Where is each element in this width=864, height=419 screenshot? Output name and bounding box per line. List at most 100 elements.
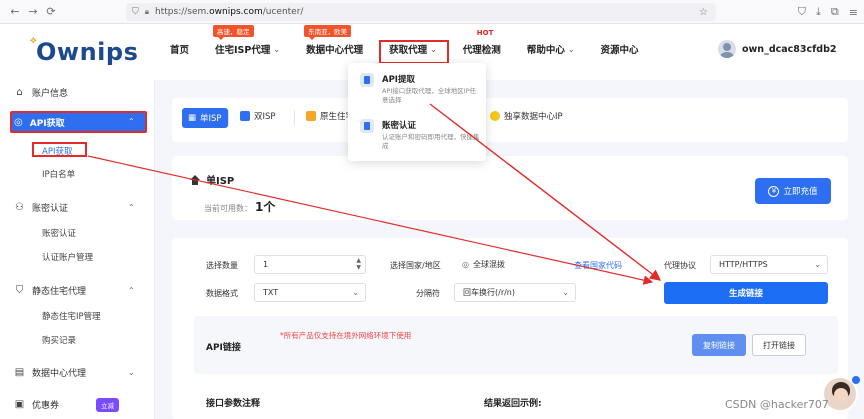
home-icon bbox=[190, 174, 200, 185]
isp-summary-card: 单ISP 当前可用数： 1个 ¥ 立即充值 bbox=[172, 156, 848, 220]
recharge-button[interactable]: ¥ 立即充值 bbox=[755, 178, 831, 204]
protocol-select[interactable]: HTTP/HTTPS ⌄ bbox=[710, 255, 828, 274]
chevron-down-icon: ⌄ bbox=[273, 44, 281, 54]
divider bbox=[228, 110, 229, 126]
datacenter-icon bbox=[490, 111, 500, 121]
coupon-icon: ▣ bbox=[14, 399, 25, 410]
dropdown-item-account-auth[interactable]: 账密认证 认证账户和密码即用代理，快捷集成 bbox=[360, 119, 482, 151]
protocol-label: 代理协议 bbox=[664, 261, 696, 270]
api-link-label: API链接 bbox=[206, 343, 241, 353]
sidebar-sub-static-ip[interactable]: 静态住宅IP管理 bbox=[42, 310, 101, 322]
chevron-down-icon: ⌄ bbox=[352, 288, 359, 297]
lock-icon: 🔒︎ bbox=[144, 7, 150, 16]
shield-icon: ⛉ bbox=[132, 7, 139, 17]
country-label: 选择国家/地区 bbox=[390, 261, 441, 270]
shield-icon: ⛉ bbox=[15, 285, 24, 296]
url-text: https://sem.ownips.com/ucenter/ bbox=[155, 7, 304, 17]
avatar bbox=[718, 40, 736, 58]
chevron-down-icon: ⌄ bbox=[567, 44, 575, 54]
server-icon: ▤ bbox=[14, 367, 25, 378]
available-count: 当前可用数： 1个 bbox=[204, 200, 276, 214]
chevron-up-icon: ⌃ bbox=[128, 117, 135, 126]
chevron-down-icon: ⌄ bbox=[128, 368, 135, 377]
qty-label: 选择数量 bbox=[206, 261, 238, 270]
sidebar-item-account[interactable]: ⌂ 账户信息 bbox=[14, 86, 68, 99]
sidebar-sub-api-get[interactable]: API获取 bbox=[32, 142, 87, 157]
chat-notification-icon bbox=[852, 376, 860, 384]
user-lock-icon: ⚇ bbox=[15, 202, 24, 213]
hot-badge: HOT bbox=[476, 29, 494, 37]
sidebar-sub-auth[interactable]: 账密认证 bbox=[42, 227, 76, 239]
sidebar-sub-ip-whitelist[interactable]: IP白名单 bbox=[42, 168, 75, 180]
globe-icon: ◎ bbox=[14, 117, 23, 128]
building-icon: ▦ bbox=[188, 113, 197, 123]
address-bar[interactable]: ⛉ 🔒︎ https://sem.ownips.com/ucenter/ ☆ bbox=[126, 3, 716, 21]
globe-icon: ◎ bbox=[462, 260, 469, 269]
country-select[interactable]: ◎ 全球混拨 bbox=[454, 255, 558, 274]
tab-native-residential[interactable]: 原生住宅 bbox=[306, 110, 354, 122]
generate-link-button[interactable]: 生成链接 bbox=[664, 282, 828, 304]
api-link-panel: API链接 *所有产品仅支持在境外网络环境下使用 复制链接 打开链接 bbox=[194, 316, 838, 374]
pocket-icon[interactable]: ⛉ bbox=[798, 5, 806, 19]
nav-residential-isp[interactable]: 高速，稳定 住宅ISP代理 ⌄ bbox=[213, 25, 281, 56]
api-icon bbox=[360, 73, 374, 87]
sidebar-item-coupon[interactable]: ▣ 优惠券 bbox=[14, 398, 59, 411]
product-tabs: ▦ 单ISP 双ISP 原生住宅 独享数据中心IP bbox=[172, 98, 848, 142]
dual-isp-icon bbox=[240, 111, 250, 121]
separator-select[interactable]: 回车换行(/r/n) ⌄ bbox=[454, 283, 576, 302]
nav-home[interactable]: 首页 bbox=[170, 42, 189, 56]
view-country-code-link[interactable]: 查看国家代码 bbox=[574, 260, 622, 271]
yen-icon: ¥ bbox=[768, 185, 780, 197]
quantity-stepper[interactable]: 1 ▲ ▼ bbox=[254, 255, 366, 274]
nav-tag: 东南亚，欧美 bbox=[304, 25, 352, 40]
bookmark-star-icon[interactable]: ☆ bbox=[699, 7, 708, 18]
nav-resource-center[interactable]: 资源中心 bbox=[601, 42, 639, 56]
chevron-down-icon: ⌄ bbox=[814, 260, 821, 269]
copy-link-button[interactable]: 复制链接 bbox=[692, 334, 746, 356]
open-link-button[interactable]: 打开链接 bbox=[752, 334, 806, 356]
back-icon[interactable]: ← bbox=[6, 3, 24, 21]
chevron-up-icon: ⌃ bbox=[128, 203, 135, 212]
format-label: 数据格式 bbox=[206, 289, 238, 298]
reload-icon[interactable]: ⟳ bbox=[42, 3, 60, 21]
tab-dedicated-datacenter[interactable]: 独享数据中心IP bbox=[490, 110, 563, 122]
user-menu[interactable]: own_dcac83cfdb2 bbox=[718, 40, 837, 58]
separator-label: 分隔符 bbox=[416, 289, 440, 298]
sidebar-item-api[interactable]: ◎ API获取 bbox=[14, 116, 65, 129]
menu-icon[interactable]: ≡ bbox=[849, 6, 858, 19]
chevron-up-icon: ⌃ bbox=[128, 286, 135, 295]
divider bbox=[294, 110, 295, 126]
csdn-watermark: CSDN @hacker707 bbox=[725, 398, 829, 411]
username: own_dcac83cfdb2 bbox=[742, 43, 837, 55]
browser-toolbar: ← → ⟳ ⛉ 🔒︎ https://sem.ownips.com/ucente… bbox=[0, 0, 864, 24]
tab-dual-isp[interactable]: 双ISP bbox=[240, 110, 276, 122]
chevron-down-icon: ⌄ bbox=[562, 288, 569, 297]
native-residential-icon bbox=[306, 111, 316, 121]
api-note: *所有产品仅支持在境外网络环境下使用 bbox=[280, 331, 412, 340]
forward-icon[interactable]: → bbox=[24, 3, 42, 21]
return-example-title: 结果返回示例: bbox=[484, 399, 542, 409]
param-notes-title: 接口参数注释 bbox=[206, 399, 261, 409]
sidebar: ⌂ 账户信息 ◎ API获取 ⌃ API获取 IP白名单 ⚇ 账密认证 ⌃ 账密… bbox=[0, 80, 155, 419]
nav-datacenter[interactable]: 东南亚，欧美 数据中心代理 bbox=[304, 25, 363, 56]
nav-tag: 高速，稳定 bbox=[213, 25, 254, 40]
api-form-card: 选择数量 1 ▲ ▼ 选择国家/地区 ◎ 全球混拨 查看国家代码 代理协议 HTT… bbox=[172, 238, 848, 419]
sidebar-sub-auth-accounts[interactable]: 认证账户管理 bbox=[42, 251, 93, 263]
tab-single-isp[interactable]: ▦ 单ISP bbox=[182, 108, 228, 128]
format-select[interactable]: TXT ⌄ bbox=[254, 283, 366, 302]
get-proxy-dropdown: API提取 API接口获取代理，全球地区IP任意选择 账密认证 认证账户和密码即… bbox=[348, 63, 486, 161]
sidebar-sub-purchase[interactable]: 购买记录 bbox=[42, 334, 76, 346]
sidebar-item-static[interactable]: ⛉ 静态住宅代理 ⌃ bbox=[14, 284, 135, 297]
stepper-arrows-icon[interactable]: ▲ ▼ bbox=[356, 257, 361, 271]
sidebar-item-auth[interactable]: ⚇ 账密认证 ⌃ bbox=[14, 201, 135, 214]
download-icon[interactable]: ⤓ bbox=[816, 5, 821, 19]
ownips-logo[interactable]: ⟡ Ownips bbox=[30, 35, 138, 66]
extensions-icon[interactable]: ⧉ bbox=[831, 5, 839, 19]
dropdown-item-api-extract[interactable]: API提取 API接口获取代理，全球地区IP任意选择 bbox=[360, 73, 482, 105]
home-icon: ⌂ bbox=[16, 87, 23, 98]
user-shield-icon bbox=[360, 119, 374, 133]
highlight-box-get-proxy bbox=[379, 40, 449, 64]
sidebar-item-datacenter[interactable]: ▤ 数据中心代理 ⌄ bbox=[14, 366, 135, 379]
nav-proxy-check[interactable]: HOT 代理检测 bbox=[463, 29, 501, 56]
nav-help-center[interactable]: 帮助中心 ⌄ bbox=[527, 42, 575, 57]
